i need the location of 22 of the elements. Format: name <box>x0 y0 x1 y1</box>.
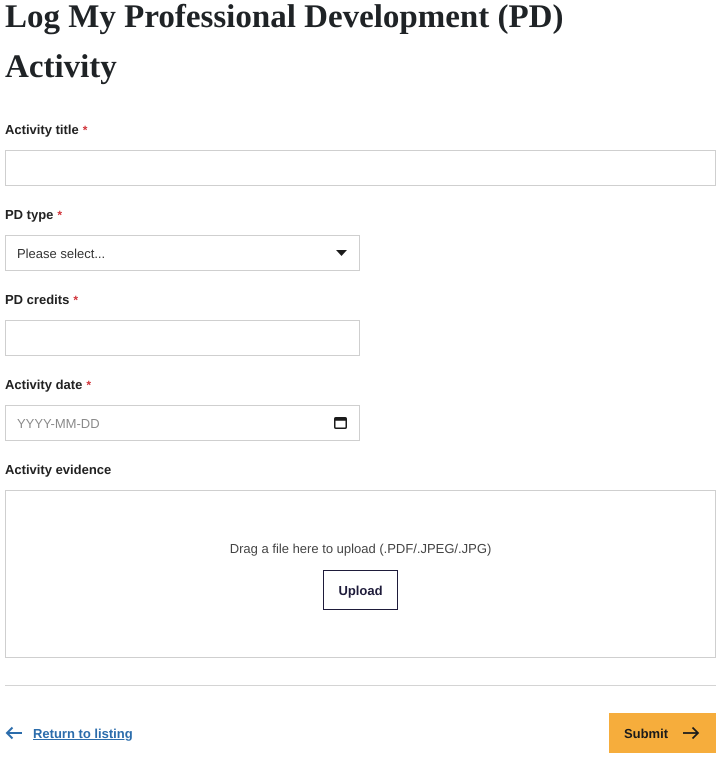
file-drop-zone[interactable]: Drag a file here to upload (.PDF/.JPEG/.JPG) Upload <box>5 490 716 658</box>
required-asterisk: * <box>86 377 91 394</box>
arrow-right-icon <box>683 726 700 740</box>
text-input[interactable] <box>5 150 716 186</box>
page-title: Log My Professional Development (PD) Activity <box>5 0 564 87</box>
calendar-icon <box>334 417 347 429</box>
required-asterisk: * <box>57 207 62 224</box>
field-label: PD credits <box>5 291 70 309</box>
text-input[interactable] <box>5 320 360 356</box>
drop-hint-text: Drag a file here to upload (.PDF/.JPEG/.JPG) <box>230 541 492 557</box>
field-label: Activity evidence <box>5 461 112 479</box>
submit-button[interactable]: Submit <box>609 713 716 753</box>
required-asterisk: * <box>73 292 78 309</box>
return-link[interactable]: Return to listing <box>5 726 133 740</box>
arrow-left-icon <box>5 726 23 740</box>
required-asterisk: * <box>82 122 88 139</box>
field-label: PD type <box>5 206 54 224</box>
field-label: Activity date <box>5 376 82 394</box>
field-label: Activity title <box>5 121 79 139</box>
caret-down-icon <box>336 250 347 256</box>
dropdown-select[interactable]: Please select... <box>5 235 360 271</box>
upload-button[interactable]: Upload <box>323 570 398 610</box>
